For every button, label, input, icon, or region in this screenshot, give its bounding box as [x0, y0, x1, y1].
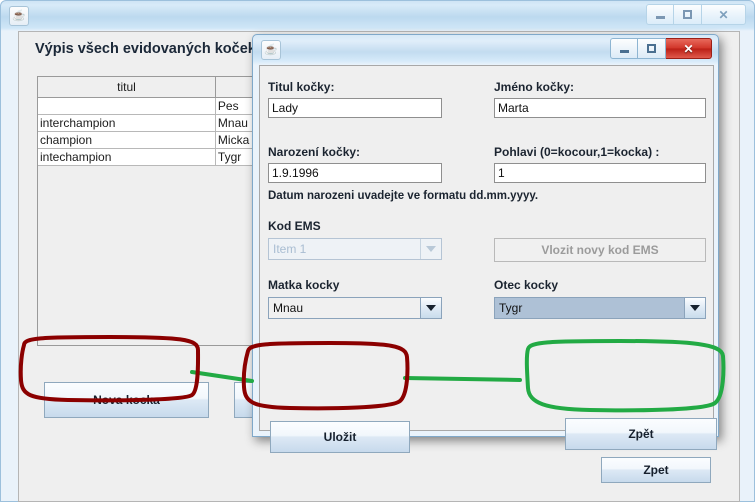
dialog-window-controls: ✕	[610, 38, 712, 59]
matka-label: Matka kocky	[268, 278, 340, 292]
otec-label: Otec kocky	[494, 278, 559, 292]
dialog-content: Titul kočky: Lady Jméno kočky: Marta Nar…	[259, 65, 717, 453]
maximize-icon[interactable]	[638, 38, 666, 59]
vlozit-novy-kod-ems-button[interactable]: Vlozit novy kod EMS	[494, 238, 706, 262]
column-header-titul[interactable]: titul	[38, 77, 216, 98]
ulozit-button[interactable]: Uložit	[270, 421, 410, 453]
java-coffee-icon: ☕	[261, 40, 281, 60]
cell-titul: interchampion	[38, 114, 216, 132]
cat-edit-dialog: ☕ ✕ Titul kočky: Lady Jméno kočky: Marta…	[252, 34, 719, 453]
pohlavi-label: Pohlavi (0=kocour,1=kocka) :	[494, 145, 660, 159]
zpet-main-button[interactable]: Zpet	[601, 457, 711, 483]
maximize-icon[interactable]	[674, 4, 702, 25]
narozeni-label: Narození kočky:	[268, 145, 361, 159]
chevron-down-icon	[685, 298, 705, 318]
main-window-controls: ✕	[646, 4, 746, 25]
kod-ems-label: Kod EMS	[268, 219, 321, 233]
titul-label: Titul kočky:	[268, 80, 335, 94]
desktop-root: ☕ ✕ Výpis všech evidovaných koček titul	[0, 0, 755, 502]
dialog-titlebar[interactable]: ☕ ✕	[253, 35, 718, 65]
page-title: Výpis všech evidovaných koček	[35, 41, 256, 57]
nova-kocka-button[interactable]: Nova kocka	[44, 382, 209, 418]
main-window-titlebar[interactable]: ☕ ✕	[1, 1, 754, 31]
kod-ems-combo-value: Item 1	[269, 239, 421, 259]
otec-kocky-combo[interactable]: Tygr	[494, 297, 706, 319]
date-format-note: Datum narozeni uvadejte ve formatu dd.mm…	[268, 190, 539, 202]
zpet-dialog-button[interactable]: Zpět	[565, 418, 717, 450]
titul-input[interactable]: Lady	[268, 98, 442, 118]
kod-ems-combo[interactable]: Item 1	[268, 238, 442, 260]
jmeno-label: Jméno kočky:	[494, 80, 575, 94]
cell-titul: intechampion	[38, 148, 216, 166]
chevron-down-icon	[421, 298, 441, 318]
jmeno-input[interactable]: Marta	[494, 98, 706, 118]
minimize-icon[interactable]	[646, 4, 674, 25]
matka-kocky-combo[interactable]: Mnau	[268, 297, 442, 319]
matka-combo-value: Mnau	[269, 298, 421, 318]
chevron-down-icon	[421, 239, 441, 259]
otec-combo-value: Tygr	[495, 298, 685, 318]
pohlavi-input[interactable]: 1	[494, 163, 706, 183]
close-icon[interactable]: ✕	[702, 4, 746, 25]
minimize-icon[interactable]	[610, 38, 638, 59]
narozeni-input[interactable]: 1.9.1996	[268, 163, 442, 183]
close-icon[interactable]: ✕	[666, 38, 712, 59]
cell-titul: champion	[38, 131, 216, 149]
java-coffee-icon: ☕	[9, 6, 29, 26]
cell-titul	[38, 97, 216, 115]
